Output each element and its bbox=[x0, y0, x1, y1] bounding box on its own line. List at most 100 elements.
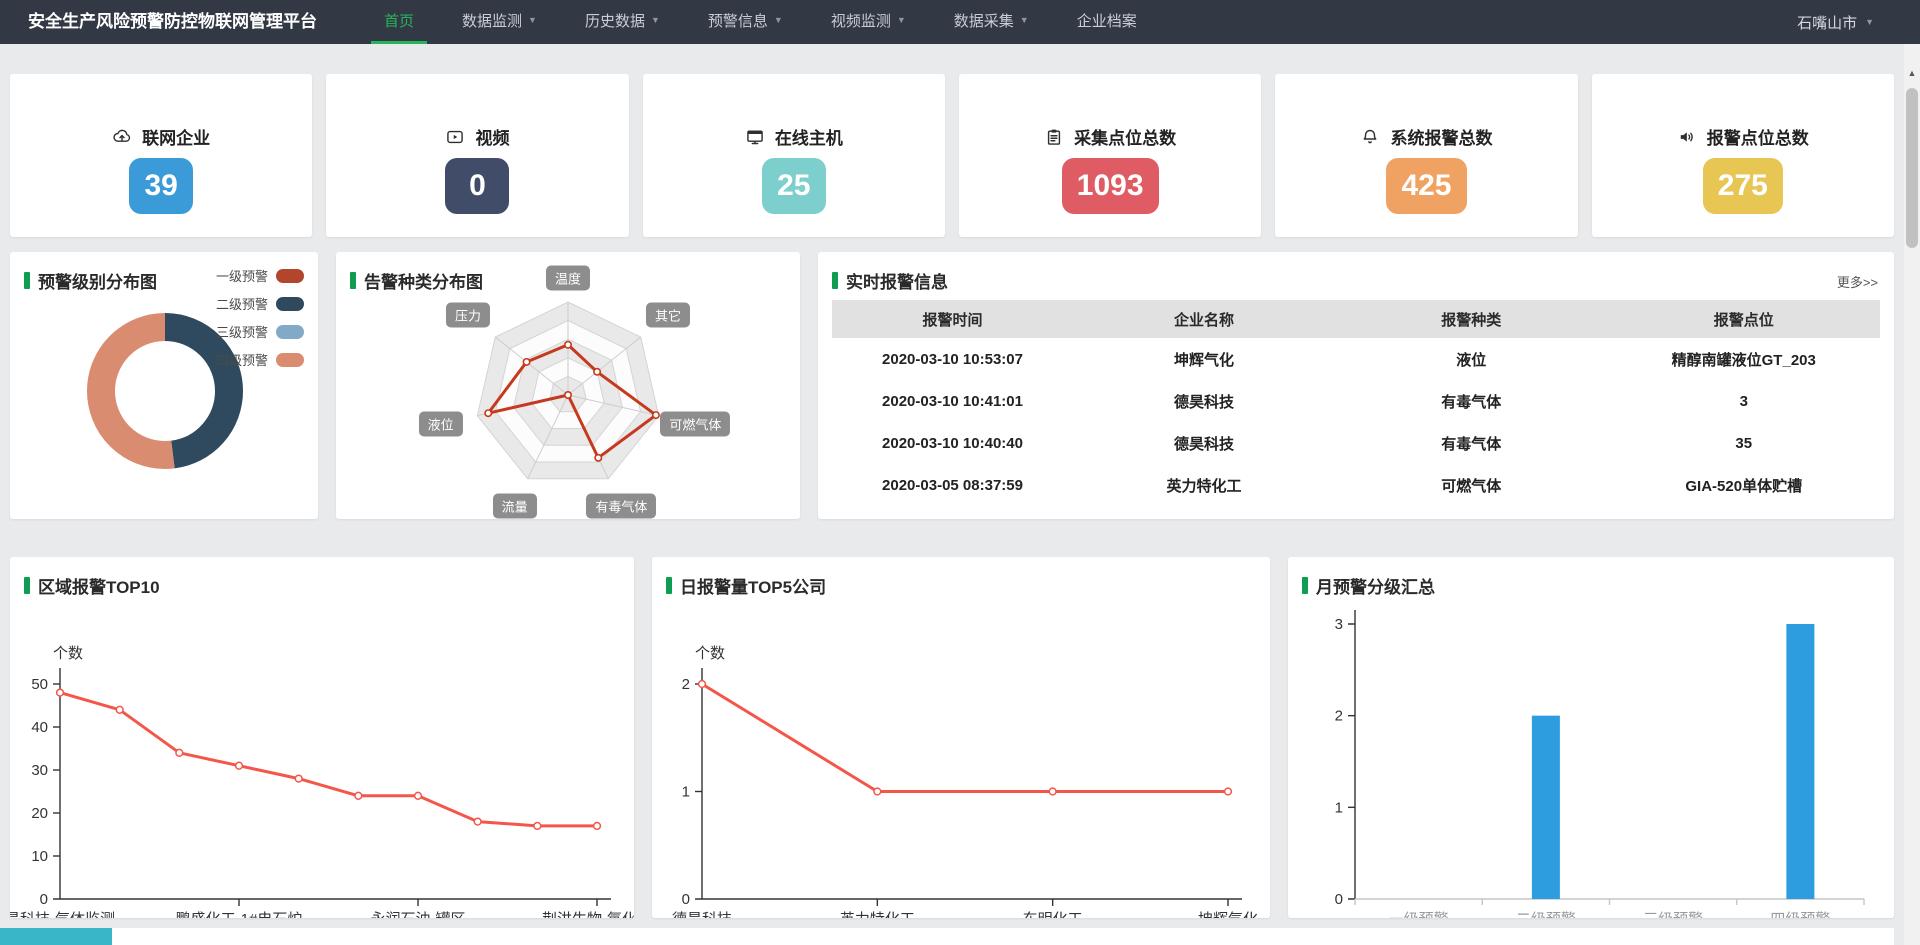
table-header-row: 报警时间企业名称报警种类报警点位 bbox=[832, 300, 1880, 338]
panel-region-top10: 区域报警TOP10 个数01020304050昊科技-气体监测鹏盛化工-1#电石… bbox=[10, 557, 634, 918]
stat-card-label: 联网企业 bbox=[142, 124, 210, 149]
bottom-partial-panel bbox=[0, 928, 1894, 945]
svg-text:三级预警: 三级预警 bbox=[1643, 911, 1703, 918]
radar-axis-label-5: 液位 bbox=[419, 412, 463, 437]
svg-text:0: 0 bbox=[1335, 891, 1343, 908]
legend-item-1[interactable]: 二级预警 bbox=[216, 294, 304, 313]
stat-value-badge: 39 bbox=[129, 158, 193, 214]
nav-item-5[interactable]: 数据采集▼ bbox=[941, 0, 1042, 44]
nav-item-label: 历史数据 bbox=[585, 10, 645, 31]
radar-axis-label-0: 温度 bbox=[546, 266, 590, 291]
svg-text:德昊科技: 德昊科技 bbox=[672, 910, 732, 918]
svg-text:英力特化工: 英力特化工 bbox=[840, 910, 915, 918]
svg-text:1: 1 bbox=[682, 784, 690, 801]
monitor-icon bbox=[745, 127, 765, 147]
panel-title-text: 告警种类分布图 bbox=[364, 268, 483, 293]
cloud-upload-icon bbox=[112, 127, 132, 147]
region-top10-svg: 个数01020304050昊科技-气体监测鹏盛化工-1#电石炉永润石油-罐区荆洪… bbox=[10, 557, 634, 918]
svg-text:二级预警: 二级预警 bbox=[1516, 911, 1576, 918]
svg-text:个数: 个数 bbox=[53, 645, 83, 662]
svg-text:30: 30 bbox=[31, 762, 48, 779]
legend-item-2[interactable]: 三级预警 bbox=[216, 322, 304, 341]
legend-label: 四级预警 bbox=[216, 350, 268, 369]
table-cell: 液位 bbox=[1335, 338, 1607, 380]
nav-item-4[interactable]: 视频监测▼ bbox=[818, 0, 919, 44]
stat-card-networked-enterprises: 联网企业 39 bbox=[10, 74, 312, 237]
table-cell: 英力特化工 bbox=[1073, 464, 1335, 506]
region-selector[interactable]: 石嘴山市 ▼ bbox=[1797, 0, 1920, 44]
alarm-level-legend: 一级预警二级预警三级预警四级预警 bbox=[216, 266, 304, 369]
nav-item-6[interactable]: 企业档案 bbox=[1064, 0, 1150, 44]
svg-text:一级预警: 一级预警 bbox=[1389, 911, 1449, 918]
nav-item-1[interactable]: 数据监测▼ bbox=[449, 0, 550, 44]
panel-title-text: 预警级别分布图 bbox=[38, 268, 157, 293]
realtime-table-body: 2020-03-10 10:53:07坤辉气化液位精醇南罐液位GT_203202… bbox=[832, 338, 1880, 506]
radar-axis-label-2: 可燃气体 bbox=[660, 412, 730, 437]
bottom-strip-accent bbox=[0, 928, 112, 945]
panel-alarm-level: 预警级别分布图 一级预警二级预警三级预警四级预警 bbox=[10, 252, 318, 519]
panel-daily-top5: 日报警量TOP5公司 个数012德昊科技英力特化工东明化工坤辉气化 bbox=[652, 557, 1270, 918]
table-cell: 有毒气体 bbox=[1335, 422, 1607, 464]
nav-item-3[interactable]: 预警信息▼ bbox=[695, 0, 796, 44]
panel-title-text: 实时报警信息 bbox=[846, 268, 948, 293]
table-row: 2020-03-05 08:37:59英力特化工可燃气体GIA-520单体贮槽 bbox=[832, 464, 1880, 506]
title-accent-bar bbox=[24, 272, 30, 289]
legend-item-0[interactable]: 一级预警 bbox=[216, 266, 304, 285]
stat-card-label: 采集点位总数 bbox=[1074, 124, 1176, 149]
legend-label: 三级预警 bbox=[216, 322, 268, 341]
panel-alarm-type: 告警种类分布图 温度其它可燃气体有毒气体流量液位压力 bbox=[336, 252, 800, 519]
panel-title: 告警种类分布图 bbox=[350, 268, 483, 293]
svg-text:东明化工: 东明化工 bbox=[1023, 911, 1083, 918]
title-accent-bar bbox=[24, 577, 30, 594]
column-header-1: 企业名称 bbox=[1073, 300, 1335, 338]
panel-title-text: 日报警量TOP5公司 bbox=[680, 573, 826, 598]
svg-text:昊科技-气体监测: 昊科技-气体监测 bbox=[10, 911, 115, 918]
panel-title: 实时报警信息 bbox=[832, 268, 948, 293]
title-accent-bar bbox=[832, 272, 838, 289]
scrollbar[interactable]: ▲ bbox=[1904, 44, 1920, 945]
legend-label: 一级预警 bbox=[216, 266, 268, 285]
bottom-row: 区域报警TOP10 个数01020304050昊科技-气体监测鹏盛化工-1#电石… bbox=[10, 557, 1894, 918]
nav-item-label: 视频监测 bbox=[831, 10, 891, 31]
stat-value-badge: 0 bbox=[445, 158, 509, 214]
nav-item-2[interactable]: 历史数据▼ bbox=[572, 0, 673, 44]
table-cell: 德昊科技 bbox=[1073, 380, 1335, 422]
stat-card-row: 联网企业 39 视频 0 在线主机 25 采集点位总数 1093 bbox=[10, 74, 1894, 237]
column-header-0: 报警时间 bbox=[832, 300, 1073, 338]
panel-title: 日报警量TOP5公司 bbox=[666, 573, 826, 598]
table-cell: 有毒气体 bbox=[1335, 380, 1607, 422]
stat-card-alarm-points: 报警点位总数 275 bbox=[1592, 74, 1894, 237]
legend-swatch bbox=[276, 325, 304, 339]
nav-item-0[interactable]: 首页 bbox=[371, 0, 427, 44]
chevron-down-icon: ▼ bbox=[1865, 18, 1874, 27]
stat-card-label: 报警点位总数 bbox=[1707, 124, 1809, 149]
nav-item-label: 数据采集 bbox=[954, 10, 1014, 31]
column-header-2: 报警种类 bbox=[1335, 300, 1607, 338]
svg-text:荆洪生物-氧化反: 荆洪生物-氧化反 bbox=[542, 911, 634, 918]
stat-card-label: 系统报警总数 bbox=[1390, 124, 1492, 149]
legend-item-3[interactable]: 四级预警 bbox=[216, 350, 304, 369]
svg-text:3: 3 bbox=[1335, 616, 1343, 633]
bell-icon bbox=[1360, 127, 1380, 147]
table-cell: 35 bbox=[1608, 422, 1881, 464]
navbar-menu: 首页数据监测▼历史数据▼预警信息▼视频监测▼数据采集▼企业档案 bbox=[371, 0, 1150, 44]
scroll-up-arrow-icon[interactable]: ▲ bbox=[1904, 68, 1920, 78]
stat-value-badge: 25 bbox=[762, 158, 826, 214]
legend-label: 二级预警 bbox=[216, 294, 268, 313]
stat-value-badge: 275 bbox=[1703, 158, 1783, 214]
title-accent-bar bbox=[666, 577, 672, 594]
stat-card-online-hosts: 在线主机 25 bbox=[643, 74, 945, 237]
chevron-down-icon: ▼ bbox=[528, 16, 537, 25]
radar-axis-label-1: 其它 bbox=[646, 303, 690, 328]
scrollbar-thumb[interactable] bbox=[1906, 88, 1918, 248]
more-link[interactable]: 更多>> bbox=[1837, 272, 1878, 291]
svg-text:0: 0 bbox=[40, 891, 48, 908]
table-row: 2020-03-10 10:41:01德昊科技有毒气体3 bbox=[832, 380, 1880, 422]
chevron-down-icon: ▼ bbox=[774, 16, 783, 25]
nav-item-label: 首页 bbox=[384, 10, 414, 31]
table-cell: 2020-03-10 10:53:07 bbox=[832, 338, 1073, 380]
stat-card-system-alarms: 系统报警总数 425 bbox=[1275, 74, 1577, 237]
stat-value-badge: 1093 bbox=[1062, 158, 1159, 214]
table-cell: 可燃气体 bbox=[1335, 464, 1607, 506]
region-label: 石嘴山市 bbox=[1797, 12, 1857, 33]
